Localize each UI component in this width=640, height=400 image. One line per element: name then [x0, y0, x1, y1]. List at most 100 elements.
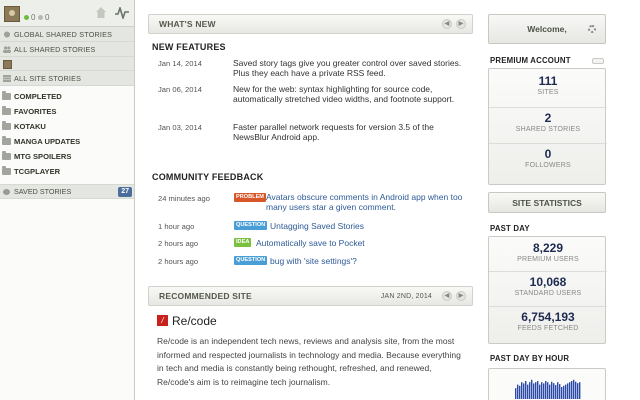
hour-bar [571, 381, 573, 399]
hour-bar [539, 384, 541, 399]
folder-completed[interactable]: Completed [0, 89, 134, 104]
hour-bar [535, 382, 537, 399]
whats-new-header: What's New ◀ ▶ [148, 14, 473, 34]
folder-tcgplayer[interactable]: TCGPlayer [0, 164, 134, 179]
hour-bar [545, 381, 547, 399]
saved-stories-icon [3, 189, 10, 195]
folder-icon [2, 136, 11, 145]
sidebar-item-saved-stories[interactable]: Saved Stories 27 [0, 184, 134, 199]
hour-bar [579, 382, 581, 399]
gear-icon[interactable] [588, 25, 596, 33]
folder-icon [2, 91, 11, 100]
folder-manga-updates[interactable]: Manga Updates [0, 134, 134, 149]
feedback-title-link[interactable]: Avatars obscure comments in Android app … [266, 192, 471, 212]
past-day-by-hour-title: Past Day By Hour [490, 354, 570, 363]
folder-icon [2, 151, 11, 160]
hour-bar [561, 387, 563, 399]
folder-mtg-spoilers[interactable]: MTG Spoilers [0, 149, 134, 164]
folder-icon [2, 121, 11, 130]
hour-bar [555, 385, 557, 399]
hour-bar [569, 382, 571, 399]
collapse-toggle[interactable] [592, 58, 604, 64]
people-icon [3, 46, 11, 53]
hour-bar [543, 383, 545, 399]
sidebar-item-all-site-stories[interactable]: All Site Stories [0, 71, 134, 86]
hour-bar [537, 381, 539, 399]
sidebar: 0 0 Global Shared Stories All Shared Sto… [0, 0, 135, 400]
activity-pulse-icon[interactable] [115, 7, 129, 19]
hour-bar [517, 384, 519, 399]
question-tag: Question [234, 256, 268, 265]
hour-bar [573, 379, 575, 399]
prev-page-button[interactable]: ◀ [442, 19, 452, 29]
stat-standard-users: 10,068 Standard Users [514, 275, 582, 297]
hour-bar [553, 383, 555, 399]
neutral-count: 0 [38, 13, 49, 22]
hour-bar [527, 384, 529, 399]
hour-bar [529, 382, 531, 399]
next-page-button[interactable]: ▶ [456, 19, 466, 29]
hour-bar [521, 382, 523, 399]
stat-feeds-fetched: 6,754,193 Feeds Fetched [517, 310, 579, 332]
positive-count: 0 [24, 13, 35, 22]
hour-bar [575, 381, 577, 399]
sidebar-item-global-shared[interactable]: Global Shared Stories [0, 27, 134, 42]
hour-bar [531, 379, 533, 399]
user-avatar-icon [3, 60, 12, 69]
hour-bar [523, 383, 525, 399]
prev-recommendation-button[interactable]: ◀ [442, 291, 452, 301]
site-statistics-header: Site Statistics [488, 192, 606, 213]
folder-icon [2, 106, 11, 115]
account-stats-box: 111 Sites 2 Shared Stories 0 Followers [488, 68, 607, 185]
hour-bar [525, 381, 527, 399]
dashboard-main: What's New ◀ ▶ New Features Jan 14, 2014… [148, 14, 473, 387]
stat-shared-stories: 2 Shared Stories [515, 111, 581, 133]
hour-bar [567, 383, 569, 399]
hour-bar [557, 382, 559, 399]
problem-tag: Problem [234, 193, 266, 202]
divider [489, 143, 607, 144]
premium-account-title: Premium Account [490, 56, 571, 65]
stat-premium-users: 8,229 Premium Users [517, 241, 579, 263]
sidebar-item-user-blurblog[interactable] [0, 57, 134, 71]
hour-bar [519, 385, 521, 399]
home-icon[interactable] [96, 7, 106, 18]
recommended-site-header: Recommended Site Jan 2nd, 2014 ◀ ▶ [148, 286, 473, 306]
new-features-heading: New Features [152, 42, 226, 52]
hour-bar [547, 382, 549, 399]
globe-icon [3, 31, 11, 38]
hour-bar [549, 384, 551, 399]
welcome-box: Welcome, [488, 14, 606, 44]
folder-list: Completed Favorites Kotaku Manga Updates… [0, 86, 134, 179]
past-day-title: Past Day [490, 224, 530, 233]
hourly-activity-chart [488, 368, 606, 400]
folder-favorites[interactable]: Favorites [0, 104, 134, 119]
folder-kotaku[interactable]: Kotaku [0, 119, 134, 134]
site-name[interactable]: Re/code [172, 314, 217, 328]
hourly-bars [515, 379, 581, 399]
feedback-title-link[interactable]: Automatically save to Pocket [256, 238, 486, 248]
folder-icon [2, 166, 11, 175]
next-recommendation-button[interactable]: ▶ [456, 291, 466, 301]
stack-icon [3, 75, 11, 82]
hour-bar [541, 382, 543, 399]
user-avatar[interactable] [4, 6, 20, 22]
site-stats-box: 8,229 Premium Users 10,068 Standard User… [488, 236, 607, 344]
recommended-date: Jan 2nd, 2014 [380, 293, 432, 300]
feedback-title-link[interactable]: Untagging Saved Stories [270, 221, 500, 231]
hour-bar [577, 383, 579, 399]
site-description: Re/code is an independent tech news, rev… [157, 336, 461, 387]
sidebar-item-all-shared[interactable]: All Shared Stories [0, 42, 134, 57]
community-feedback-heading: Community Feedback [152, 172, 264, 182]
divider [489, 306, 607, 307]
stat-sites: 111 Sites [537, 74, 559, 96]
question-tag: Question [234, 221, 268, 230]
hour-bar [533, 383, 535, 399]
saved-count-badge: 27 [118, 187, 132, 197]
divider [489, 271, 607, 272]
feedback-title-link[interactable]: bug with 'site settings'? [270, 256, 500, 266]
hour-bar [515, 388, 517, 399]
sidebar-header: 0 0 [0, 0, 134, 27]
site-favicon-icon: / [157, 315, 168, 326]
hour-bar [551, 381, 553, 399]
